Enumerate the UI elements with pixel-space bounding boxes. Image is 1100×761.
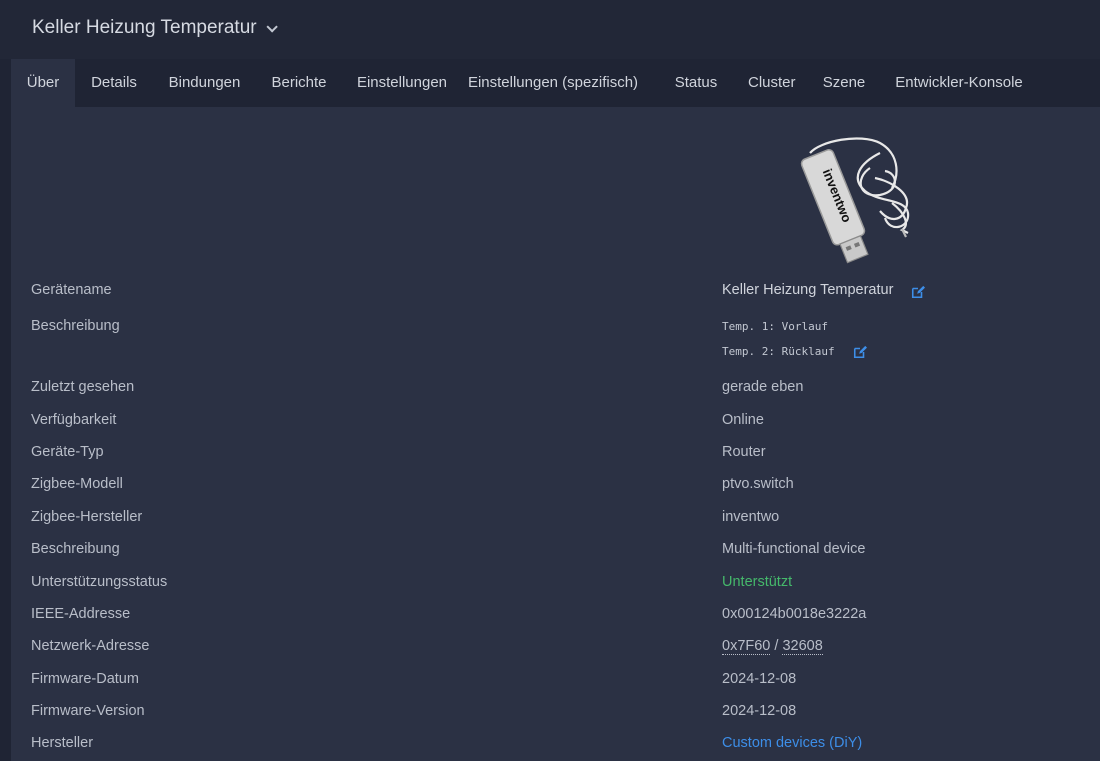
value-zigbee-manufacturer: inventwo: [722, 509, 780, 525]
value-description: Multi-functional device: [722, 541, 866, 557]
chevron-down-icon: [266, 21, 278, 33]
network-address-dec[interactable]: 32608: [782, 638, 823, 655]
label-device-type: Geräte-Typ: [31, 444, 104, 460]
value-ieee-address: 0x00124b0018e3222a: [722, 606, 867, 622]
header: Keller Heizung Temperatur: [0, 0, 1100, 59]
tab-einstellungen-spezifisch[interactable]: Einstellungen (spezifisch): [462, 59, 644, 107]
tab-bar: Über Details Bindungen Berichte Einstell…: [11, 59, 1100, 107]
tab-details[interactable]: Details: [75, 59, 153, 107]
label-description-user: Beschreibung: [31, 318, 120, 334]
network-address-separator: /: [770, 638, 783, 654]
tab-berichte[interactable]: Berichte: [256, 59, 342, 107]
tab-bindungen[interactable]: Bindungen: [153, 59, 256, 107]
manufacturer-link[interactable]: Custom devices (DiY): [722, 735, 862, 751]
label-availability: Verfügbarkeit: [31, 412, 117, 428]
edit-name-icon[interactable]: [911, 285, 925, 299]
label-network-address: Netzwerk-Adresse: [31, 638, 150, 654]
value-zigbee-model: ptvo.switch: [722, 476, 794, 492]
label-zigbee-manufacturer: Zigbee-Hersteller: [31, 509, 143, 525]
tab-szene[interactable]: Szene: [795, 59, 893, 107]
value-support-status: Unterstützt: [722, 574, 793, 590]
label-description: Beschreibung: [31, 541, 120, 557]
label-last-seen: Zuletzt gesehen: [31, 379, 135, 395]
value-device-type: Router: [722, 444, 766, 460]
tab-ueber[interactable]: Über: [11, 59, 75, 107]
value-last-seen: gerade eben: [722, 379, 804, 395]
tab-entwickler-konsole[interactable]: Entwickler-Konsole: [893, 59, 1025, 107]
value-network-address: 0x7F60 / 32608: [722, 638, 823, 655]
device-selector[interactable]: Keller Heizung Temperatur: [32, 17, 278, 39]
label-device-name: Gerätename: [31, 282, 112, 298]
value-firmware-date: 2024-12-08: [722, 671, 797, 687]
label-firmware-version: Firmware-Version: [31, 703, 145, 719]
label-ieee-address: IEEE-Addresse: [31, 606, 131, 622]
edit-description-icon[interactable]: [853, 345, 867, 359]
label-firmware-date: Firmware-Datum: [31, 671, 139, 687]
tab-status[interactable]: Status: [644, 59, 748, 107]
label-support-status: Unterstützungsstatus: [31, 574, 168, 590]
about-panel: [11, 107, 1100, 761]
device-image: inventwo: [800, 137, 910, 264]
label-manufacturer: Hersteller: [31, 735, 94, 751]
left-strip: [0, 59, 11, 761]
label-zigbee-model: Zigbee-Modell: [31, 476, 123, 492]
tab-cluster[interactable]: Cluster: [748, 59, 796, 107]
device-title: Keller Heizung Temperatur: [32, 17, 257, 38]
device-page: Keller Heizung Temperatur Über Details B…: [0, 0, 1100, 761]
value-description-line2: Temp. 2: Rücklauf: [722, 345, 835, 358]
value-device-name: Keller Heizung Temperatur: [722, 282, 894, 298]
value-firmware-version: 2024-12-08: [722, 703, 797, 719]
value-availability: Online: [722, 412, 764, 428]
value-description-line1: Temp. 1: Vorlauf: [722, 320, 828, 333]
network-address-hex[interactable]: 0x7F60: [722, 638, 771, 655]
tab-einstellungen[interactable]: Einstellungen: [342, 59, 462, 107]
